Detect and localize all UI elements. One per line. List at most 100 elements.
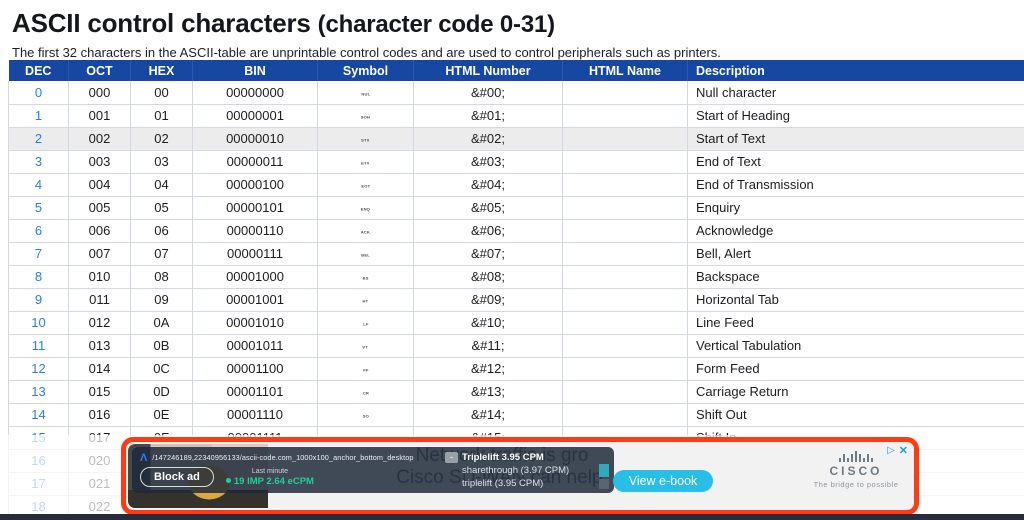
cell-html-name (563, 265, 688, 288)
table-row: 90110900001001HT&#09;Horizontal Tab (9, 288, 1024, 311)
dec-link[interactable]: 3 (35, 154, 42, 169)
dec-link[interactable]: 6 (35, 223, 42, 238)
cell-hex: 08 (131, 265, 193, 288)
dec-link[interactable]: 1 (35, 108, 42, 123)
cell-hex: 02 (131, 127, 193, 150)
cell-html-name (563, 334, 688, 357)
control-symbol-glyph: STX (361, 138, 369, 143)
cell-dec: 10 (9, 311, 69, 334)
cell-symbol: ACK (318, 219, 414, 242)
cell-hex: 04 (131, 173, 193, 196)
cell-description: Start of Text (688, 127, 1024, 150)
dec-link[interactable]: 14 (31, 407, 45, 422)
cisco-tagline: The bridge to possible (776, 480, 914, 489)
dec-link[interactable]: 8 (35, 269, 42, 284)
minimize-button[interactable]: - (445, 452, 458, 463)
dec-link[interactable]: 7 (35, 246, 42, 261)
cell-bin: 00000101 (193, 196, 318, 219)
table-row: 140160E00001110SO&#14;Shift Out (9, 403, 1024, 426)
cell-oct: 001 (69, 104, 131, 127)
dec-link[interactable]: 0 (35, 85, 42, 100)
cell-symbol: LF (318, 311, 414, 334)
cell-html-name (563, 288, 688, 311)
column-header-bin: BIN (193, 60, 318, 81)
bid-swatch (599, 479, 609, 489)
cell-hex: 0D (131, 380, 193, 403)
cell-hex: 05 (131, 196, 193, 219)
cell-symbol: BS (318, 265, 414, 288)
cell-symbol: CR (318, 380, 414, 403)
column-header-html-number: HTML Number (414, 60, 563, 81)
cell-bin: 00001101 (193, 380, 318, 403)
cell-description: Line Feed (688, 311, 1024, 334)
page-title: ASCII control characters (character code… (12, 8, 1024, 39)
cell-dec: 13 (9, 380, 69, 403)
column-header-oct: OCT (69, 60, 131, 81)
cell-dec: 7 (9, 242, 69, 265)
cell-dec: 8 (9, 265, 69, 288)
cell-hex: 00 (131, 81, 193, 104)
cell-html-name (563, 242, 688, 265)
cell-symbol: HT (318, 288, 414, 311)
control-symbol-glyph: LF (363, 322, 368, 327)
adlightning-logo-icon: Λ (140, 453, 147, 463)
cell-bin: 00000100 (193, 173, 318, 196)
cell-hex: 01 (131, 104, 193, 127)
dec-link[interactable]: 10 (31, 315, 45, 330)
table-row: 120140C00001100FF&#12;Form Feed (9, 357, 1024, 380)
cell-symbol: ENQ (318, 196, 414, 219)
control-symbol-glyph: NUL (361, 92, 370, 97)
control-symbol-glyph: CR (362, 391, 368, 396)
dec-link[interactable]: 12 (31, 361, 45, 376)
table-row: 110130B00001011VT&#11;Vertical Tabulatio… (9, 334, 1024, 357)
dec-link[interactable]: 9 (35, 292, 42, 307)
table-row: 60060600000110ACK&#06;Acknowledge (9, 219, 1024, 242)
status-dot-icon (226, 478, 231, 483)
cell-oct: 011 (69, 288, 131, 311)
cell-symbol: BEL (318, 242, 414, 265)
dec-link[interactable]: 11 (32, 338, 46, 353)
cell-oct: 014 (69, 357, 131, 380)
dec-link[interactable]: 4 (35, 177, 42, 192)
cell-description: Acknowledge (688, 219, 1024, 242)
cell-oct: 000 (69, 81, 131, 104)
cell-description: Vertical Tabulation (688, 334, 1024, 357)
bid-name: triplelift (3.95 CPM) (462, 478, 543, 489)
view-ebook-button[interactable]: View e-book (613, 470, 713, 492)
last-minute-label: Last minute (226, 468, 314, 475)
cell-hex: 03 (131, 150, 193, 173)
table-row: 100120A00001010LF&#10;Line Feed (9, 311, 1024, 334)
dec-link[interactable]: 5 (35, 200, 42, 215)
cell-html-number: &#03; (414, 150, 563, 173)
cell-hex: 06 (131, 219, 193, 242)
adchoices-icon[interactable]: ▷ (887, 445, 895, 456)
bid-row: triplelift (3.95 CPM) (462, 478, 609, 489)
dec-link[interactable]: 2 (35, 131, 42, 146)
cell-html-number: &#07; (414, 242, 563, 265)
page-subtitle: The first 32 characters in the ASCII-tab… (12, 45, 1024, 60)
cell-description: End of Transmission (688, 173, 1024, 196)
cell-dec: 14 (9, 403, 69, 426)
cell-symbol: EOT (318, 173, 414, 196)
cell-oct: 002 (69, 127, 131, 150)
cell-bin: 00000011 (193, 150, 318, 173)
cell-html-name (563, 127, 688, 150)
ad-creative[interactable]: Network traffic is gro Cisco SD-WAN can … (126, 442, 914, 510)
table-row: 40040400000100EOT&#04;End of Transmissio… (9, 173, 1024, 196)
cell-description: Bell, Alert (688, 242, 1024, 265)
dec-link[interactable]: 13 (31, 384, 45, 399)
table-row: 20020200000010STX&#02;Start of Text (9, 127, 1024, 150)
block-ad-button[interactable]: Block ad (140, 467, 214, 487)
cell-symbol: SO (318, 403, 414, 426)
ad-close-icon[interactable]: ✕ (899, 444, 908, 457)
impressions-status: Last minute 19 IMP 2.64 eCPM (226, 468, 314, 487)
cell-description: Shift Out (688, 403, 1024, 426)
cell-symbol: FF (318, 357, 414, 380)
cell-symbol: SOH (318, 104, 414, 127)
cell-html-number: &#08; (414, 265, 563, 288)
cell-oct: 016 (69, 403, 131, 426)
cell-symbol: ETX (318, 150, 414, 173)
cell-oct: 006 (69, 219, 131, 242)
cell-bin: 00001010 (193, 311, 318, 334)
cell-html-number: &#06; (414, 219, 563, 242)
